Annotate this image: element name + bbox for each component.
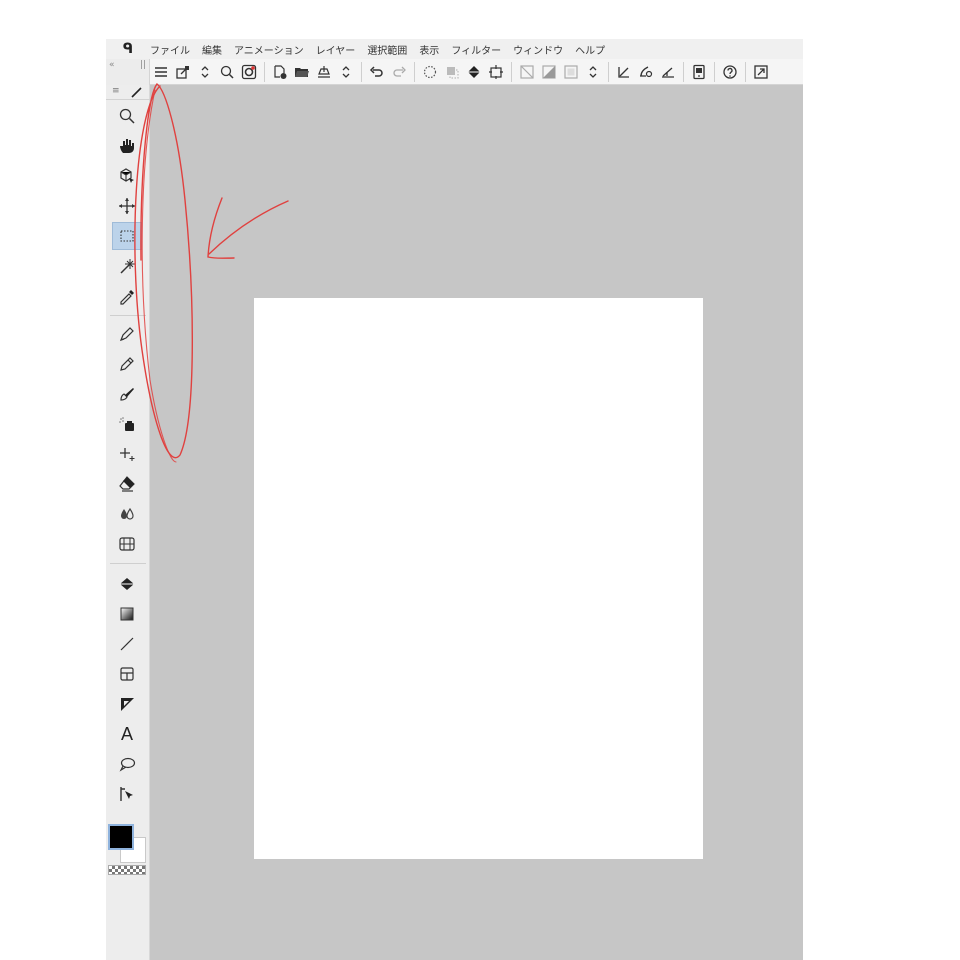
grip-icon[interactable]: || bbox=[140, 60, 146, 70]
text-tool-icon[interactable]: A bbox=[112, 720, 142, 748]
ruler-off-icon[interactable] bbox=[516, 61, 538, 83]
toolbar-divider bbox=[361, 62, 362, 82]
help-icon[interactable] bbox=[719, 61, 741, 83]
ruler-gray-icon[interactable] bbox=[538, 61, 560, 83]
frame-icon[interactable] bbox=[560, 61, 582, 83]
frame-border-icon[interactable] bbox=[112, 660, 142, 688]
fill-icon[interactable] bbox=[463, 61, 485, 83]
command-bar: « || bbox=[106, 59, 803, 85]
zoom-tool-icon[interactable] bbox=[112, 102, 142, 130]
blend-icon[interactable] bbox=[112, 500, 142, 528]
correction-icon[interactable] bbox=[613, 61, 635, 83]
auto-select-icon[interactable] bbox=[112, 252, 142, 280]
eraser-icon[interactable] bbox=[112, 470, 142, 498]
toolbar-divider bbox=[714, 62, 715, 82]
decoration-icon[interactable] bbox=[112, 440, 142, 468]
stabilizer-icon[interactable] bbox=[635, 61, 657, 83]
menu-help[interactable]: ヘルプ bbox=[575, 42, 605, 57]
menu-animation[interactable]: アニメーション bbox=[234, 42, 304, 57]
toolbar-divider bbox=[608, 62, 609, 82]
panel-header: « || bbox=[106, 59, 150, 85]
toolbar-divider bbox=[414, 62, 415, 82]
toolbar-divider bbox=[683, 62, 684, 82]
transparent-color-swatch[interactable] bbox=[108, 865, 146, 875]
balloon-icon[interactable] bbox=[112, 750, 142, 778]
redo-icon[interactable] bbox=[388, 61, 410, 83]
toolbar-divider bbox=[745, 62, 746, 82]
command-buttons bbox=[150, 59, 772, 85]
transform-icon[interactable] bbox=[172, 61, 194, 83]
operation-tool-icon[interactable] bbox=[112, 162, 142, 190]
perspective-ruler-icon[interactable] bbox=[112, 530, 142, 558]
gradient-icon[interactable] bbox=[112, 600, 142, 628]
app-window: ᑫ ファイル 編集 アニメーション レイヤー 選択範囲 表示 フィルター ウィン… bbox=[106, 39, 803, 960]
correct-line-icon[interactable] bbox=[112, 780, 142, 808]
palette-pen-tab-icon[interactable] bbox=[130, 86, 144, 98]
menu-bar: ᑫ ファイル 編集 アニメーション レイヤー 選択範囲 表示 フィルター ウィン… bbox=[106, 39, 803, 59]
undo-icon[interactable] bbox=[366, 61, 388, 83]
palette-menu-icon[interactable]: ≡ bbox=[112, 86, 120, 96]
fill-tool-icon[interactable] bbox=[112, 570, 142, 598]
drawing-canvas[interactable] bbox=[254, 298, 703, 859]
figure-line-icon[interactable] bbox=[112, 630, 142, 658]
brush-icon[interactable] bbox=[112, 380, 142, 408]
vector-icon[interactable] bbox=[657, 61, 679, 83]
companion-icon[interactable] bbox=[688, 61, 710, 83]
collapse-icon[interactable]: « bbox=[109, 60, 115, 70]
zoom-icon[interactable] bbox=[216, 61, 238, 83]
clip-studio-icon[interactable] bbox=[238, 61, 260, 83]
main-color-swatch[interactable] bbox=[108, 824, 134, 850]
menu-filter[interactable]: フィルター bbox=[451, 42, 501, 57]
save-icon[interactable] bbox=[313, 61, 335, 83]
selection-area-icon[interactable] bbox=[112, 222, 142, 250]
menu-selection[interactable]: 選択範囲 bbox=[367, 42, 407, 57]
deselect-icon[interactable] bbox=[419, 61, 441, 83]
fullscreen-icon[interactable] bbox=[750, 61, 772, 83]
invert-selection-icon[interactable] bbox=[441, 61, 463, 83]
new-file-icon[interactable] bbox=[269, 61, 291, 83]
menu-file[interactable]: ファイル bbox=[150, 42, 190, 57]
clip-studio-logo[interactable]: ᑫ bbox=[106, 41, 150, 57]
menu-layer[interactable]: レイヤー bbox=[316, 42, 356, 57]
palette-header: ≡ bbox=[106, 85, 150, 100]
menu-edit[interactable]: 編集 bbox=[202, 42, 222, 57]
ruler-tool-icon[interactable] bbox=[112, 690, 142, 718]
tool-group-divider bbox=[110, 563, 146, 564]
toolbar-divider bbox=[264, 62, 265, 82]
tool-group-divider bbox=[110, 315, 146, 316]
open-folder-icon[interactable] bbox=[291, 61, 313, 83]
pencil-icon[interactable] bbox=[112, 350, 142, 378]
move-layer-icon[interactable] bbox=[112, 192, 142, 220]
menu-window[interactable]: ウィンドウ bbox=[513, 42, 563, 57]
eyedropper-icon[interactable] bbox=[112, 282, 142, 310]
crop-icon[interactable] bbox=[485, 61, 507, 83]
menu-view[interactable]: 表示 bbox=[419, 42, 439, 57]
chevron-updown-icon[interactable] bbox=[335, 61, 357, 83]
hand-tool-icon[interactable] bbox=[112, 132, 142, 160]
text-tool-glyph: A bbox=[120, 723, 133, 744]
menu-icon[interactable] bbox=[150, 61, 172, 83]
chevron-updown-icon[interactable] bbox=[582, 61, 604, 83]
airbrush-icon[interactable] bbox=[112, 410, 142, 438]
tool-palette: ≡ A bbox=[106, 85, 150, 960]
chevron-updown-icon[interactable] bbox=[194, 61, 216, 83]
toolbar-divider bbox=[511, 62, 512, 82]
pen-icon[interactable] bbox=[112, 320, 142, 348]
